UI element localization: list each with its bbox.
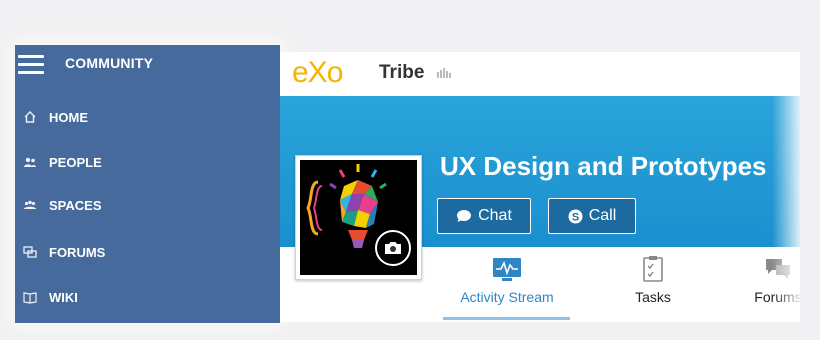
people-icon	[24, 157, 36, 167]
svg-text:S: S	[572, 211, 579, 223]
activity-stream-icon	[493, 258, 521, 281]
tab-activity-stream[interactable]: Activity Stream	[452, 255, 562, 305]
sidebar: COMMUNITY HOME PEOPLE SPACES FORUMS WIKI	[15, 45, 280, 323]
space-avatar[interactable]	[295, 155, 422, 280]
sidebar-title: COMMUNITY	[65, 55, 154, 71]
call-button[interactable]: S Call	[548, 198, 636, 234]
chat-label: Chat	[478, 207, 512, 224]
tab-tasks[interactable]: Tasks	[598, 255, 708, 305]
sidebar-item-home[interactable]: HOME	[15, 103, 280, 131]
sidebar-item-label: FORUMS	[49, 244, 106, 260]
spaces-icon	[24, 200, 36, 209]
exo-logo[interactable]: eXo	[292, 56, 343, 90]
tab-forums[interactable]: Forums	[723, 255, 800, 305]
tab-label: Activity Stream	[460, 289, 554, 305]
bars-icon	[437, 68, 451, 78]
sidebar-item-label: SPACES	[49, 197, 102, 213]
active-tab-indicator	[443, 317, 570, 320]
forums-icon	[23, 246, 37, 258]
sidebar-item-forums[interactable]: FORUMS	[15, 238, 280, 266]
home-icon	[24, 111, 36, 123]
wiki-icon	[23, 292, 37, 304]
chat-button[interactable]: Chat	[437, 198, 531, 234]
camera-icon[interactable]	[375, 230, 411, 266]
sidebar-item-label: PEOPLE	[49, 154, 102, 170]
sidebar-item-spaces[interactable]: SPACES	[15, 191, 280, 219]
tasks-icon	[643, 256, 663, 282]
top-bar: eXo Tribe	[280, 52, 800, 96]
space-avatar-image	[300, 160, 417, 275]
sidebar-header: COMMUNITY	[15, 53, 280, 79]
sidebar-item-people[interactable]: PEOPLE	[15, 148, 280, 176]
skype-icon: S	[568, 209, 583, 223]
sidebar-item-label: WIKI	[49, 289, 78, 305]
forums-tab-icon	[766, 259, 790, 279]
hamburger-menu-icon[interactable]	[18, 53, 44, 77]
sidebar-item-label: HOME	[49, 109, 88, 125]
chat-bubble-icon	[457, 210, 472, 222]
sidebar-item-wiki[interactable]: WIKI	[15, 283, 280, 311]
call-label: Call	[588, 207, 617, 224]
tab-label: Tasks	[635, 289, 671, 305]
space-title: UX Design and Prototypes	[440, 151, 767, 181]
tab-label: Forums	[754, 289, 800, 305]
tribe-label: Tribe	[379, 62, 425, 83]
